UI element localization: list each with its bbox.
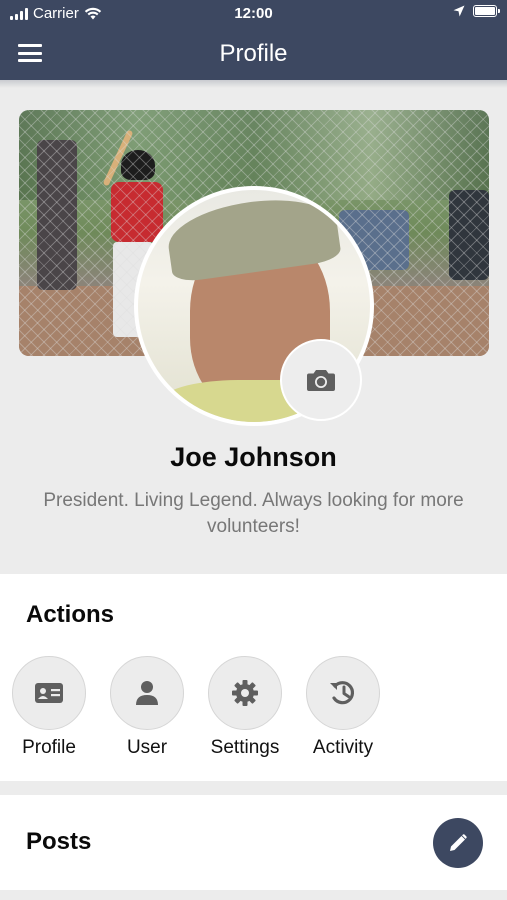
- action-label: User: [126, 737, 168, 758]
- battery-icon: [473, 5, 500, 17]
- action-settings-circle: [208, 656, 282, 730]
- action-profile-circle: [12, 656, 86, 730]
- new-post-button[interactable]: [433, 818, 483, 868]
- clock: 12:00: [234, 5, 273, 22]
- action-settings[interactable]: Settings: [196, 656, 294, 759]
- action-user-circle: [110, 656, 184, 730]
- actions-title: Actions: [26, 601, 115, 628]
- posts-title: Posts: [26, 828, 92, 855]
- pencil-icon: [450, 834, 467, 851]
- camera-icon: [307, 370, 335, 391]
- action-profile[interactable]: Profile: [0, 656, 98, 759]
- status-right-group: [453, 5, 500, 17]
- gear-icon: [232, 680, 258, 706]
- actions-card: Actions Profile User Settings Activity: [0, 574, 507, 781]
- status-bar: Carrier 12:00: [0, 0, 507, 28]
- action-user[interactable]: User: [98, 656, 196, 759]
- top-bar: Carrier 12:00 Profile: [0, 0, 507, 80]
- history-icon: [330, 681, 355, 705]
- id-card-icon: [35, 683, 63, 703]
- profile-name: Joe Johnson: [170, 442, 337, 472]
- action-label: Profile: [22, 737, 76, 758]
- action-label: Settings: [210, 737, 280, 758]
- page-title: Profile: [219, 40, 288, 67]
- change-photo-button[interactable]: [280, 339, 362, 421]
- action-label: Activity: [312, 737, 374, 758]
- profile-bio: President. Living Legend. Always looking…: [43, 490, 464, 537]
- action-activity[interactable]: Activity: [294, 656, 392, 759]
- nav-shadow: [0, 80, 507, 88]
- posts-card: Posts: [0, 795, 507, 890]
- location-arrow-icon: [453, 5, 465, 17]
- action-activity-circle: [306, 656, 380, 730]
- user-icon: [136, 681, 158, 705]
- nav-bar: Profile: [0, 28, 507, 80]
